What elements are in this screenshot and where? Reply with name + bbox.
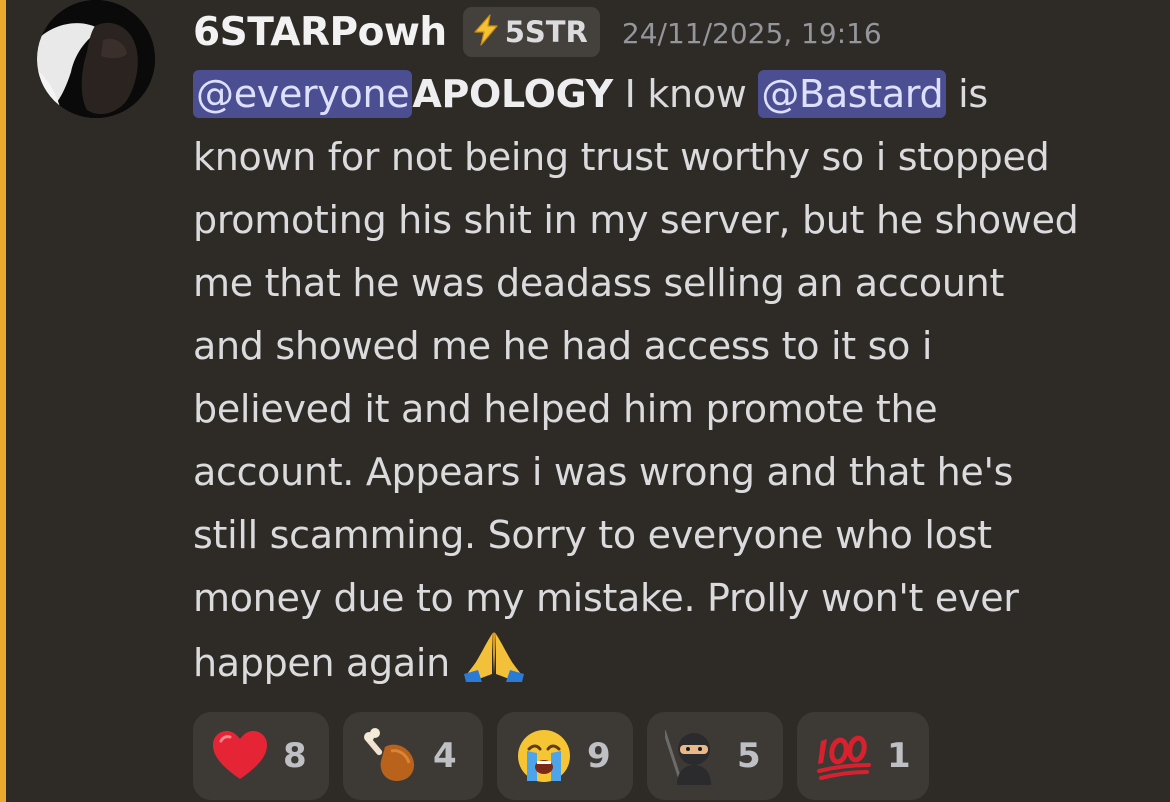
hundred-points-emoji	[815, 727, 873, 785]
reaction-hundred-points[interactable]: 1	[797, 712, 929, 800]
reaction-loudly-crying-face[interactable]: 9	[497, 712, 633, 800]
red-heart-emoji	[211, 727, 269, 785]
message-line: still scamming. Sorry to everyone who lo…	[193, 513, 992, 557]
message-text: is	[946, 72, 988, 116]
avatar-image	[37, 0, 155, 118]
message-line: happen again	[193, 630, 1153, 693]
reaction-count: 8	[283, 736, 307, 776]
message-text: happen again	[193, 641, 462, 685]
message-line: @everyoneAPOLOGY I know @Bastard is	[193, 63, 1153, 126]
reaction-count: 9	[587, 736, 611, 776]
apology-heading: APOLOGY	[412, 72, 613, 116]
message-timestamp[interactable]: 24/11/2025, 19:16	[622, 20, 882, 48]
loudly-crying-face-emoji	[515, 727, 573, 785]
lightning-bolt-icon	[471, 14, 501, 50]
chat-message: 6STARPowh 5STR 24/11/2025, 19:16 @everyo…	[0, 0, 1170, 802]
server-tag[interactable]: 5STR	[462, 7, 600, 57]
user-avatar[interactable]	[37, 0, 155, 118]
message-line: me that he was deadass selling an accoun…	[193, 261, 1005, 305]
reaction-count: 1	[887, 736, 911, 776]
poultry-leg-emoji	[361, 727, 419, 785]
reaction-ninja[interactable]: 5	[647, 712, 783, 800]
reactions-bar: 8 4 9 5 1	[193, 712, 929, 800]
mention-everyone[interactable]: @everyone	[193, 70, 413, 118]
server-tag-label: 5STR	[504, 14, 588, 49]
message-line: known for not being trust worthy so i st…	[193, 135, 1050, 179]
message-line: promoting his shit in my server, but he …	[193, 198, 1079, 242]
reaction-count: 5	[737, 736, 761, 776]
message-header: 6STARPowh 5STR 24/11/2025, 19:16	[193, 0, 882, 64]
author-username[interactable]: 6STARPowh	[193, 13, 447, 52]
message-line: money due to my mistake. Prolly won't ev…	[193, 576, 1019, 620]
reaction-count: 4	[433, 736, 457, 776]
message-line: and showed me he had access to it so i	[193, 324, 933, 368]
reaction-red-heart[interactable]: 8	[193, 712, 329, 800]
message-line: believed it and helped him promote the	[193, 387, 938, 431]
message-text: I know	[612, 72, 759, 116]
reaction-poultry-leg[interactable]: 4	[343, 712, 483, 800]
message-body: @everyoneAPOLOGY I know @Bastard is know…	[193, 63, 1153, 693]
folded-hands-emoji	[462, 630, 526, 682]
mention-user-bastard[interactable]: @Bastard	[758, 70, 947, 118]
message-line: account. Appears i was wrong and that he…	[193, 450, 1014, 494]
ninja-emoji	[662, 727, 723, 785]
